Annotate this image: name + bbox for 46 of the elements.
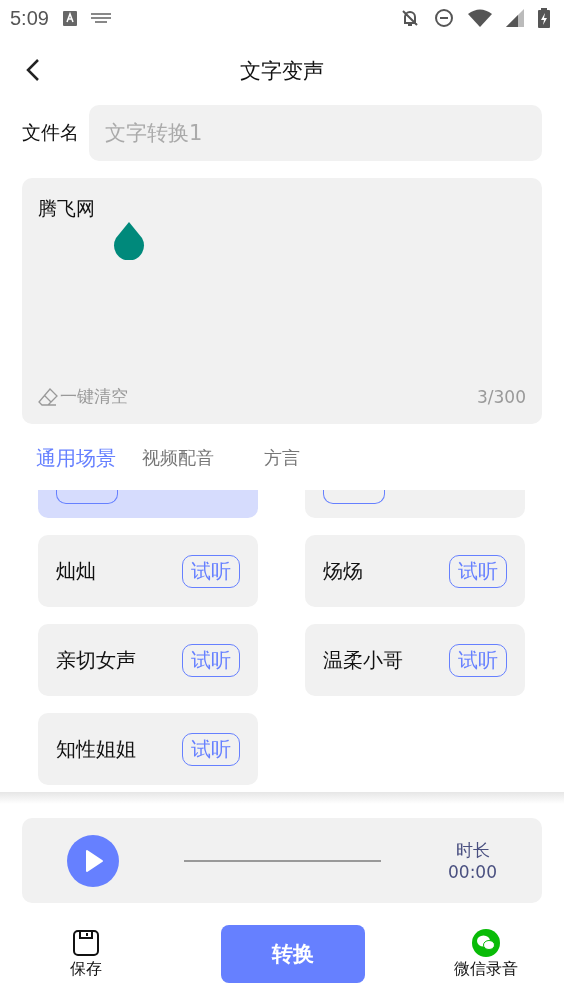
do-not-disturb-icon: [434, 8, 454, 28]
voice-name: 灿灿: [56, 557, 96, 585]
voice-card[interactable]: 亲切女声 试听: [38, 624, 258, 696]
file-name-field[interactable]: 文字转换1: [89, 105, 542, 161]
convert-button[interactable]: 转换: [221, 925, 365, 983]
preview-button[interactable]: 试听: [182, 732, 240, 766]
wechat-record-button[interactable]: 微信录音: [454, 928, 518, 980]
voice-card[interactable]: 炀炀 试听: [305, 535, 525, 607]
save-button[interactable]: 保存: [70, 928, 102, 980]
battery-icon: [538, 8, 550, 28]
preview-button[interactable]: 试听: [449, 554, 507, 588]
page-title: 文字变声: [240, 57, 324, 85]
bell-off-icon: [400, 8, 420, 28]
voice-name: 知性姐姐: [56, 735, 136, 763]
text-editor[interactable]: 腾飞网 一键清空 3/300: [22, 178, 542, 424]
signal-icon: [506, 9, 524, 27]
preview-button[interactable]: 试听: [182, 554, 240, 588]
voice-name: 亲切女声: [56, 646, 136, 674]
preview-button[interactable]: 试听: [182, 643, 240, 677]
duration-value: 00:00: [448, 862, 497, 882]
category-tab[interactable]: 视频配音: [142, 446, 214, 470]
category-tab[interactable]: 通用场景: [36, 444, 116, 472]
keyboard-icon: [90, 13, 111, 23]
preview-button[interactable]: [56, 490, 118, 504]
editor-text: 腾飞网: [38, 197, 95, 219]
voice-card[interactable]: 灿灿 试听: [38, 535, 258, 607]
back-icon[interactable]: [26, 58, 40, 82]
selection-handle-icon[interactable]: [113, 222, 145, 260]
clear-button[interactable]: 一键清空: [38, 385, 128, 408]
file-name-label: 文件名: [22, 120, 79, 145]
voice-card[interactable]: 温柔小哥 试听: [305, 624, 525, 696]
character-count: 3/300: [477, 386, 526, 407]
play-button[interactable]: [67, 834, 119, 887]
wifi-icon: [468, 9, 492, 27]
keyboard-app-icon: [62, 10, 77, 26]
preview-button[interactable]: 试听: [449, 643, 507, 677]
preview-button[interactable]: [323, 490, 385, 504]
voice-name: 炀炀: [323, 557, 363, 585]
voice-name: 温柔小哥: [323, 646, 403, 674]
progress-track[interactable]: [184, 859, 381, 862]
chat-bubbles-icon: [472, 928, 500, 957]
eraser-icon: [38, 387, 58, 406]
duration-label: 时长: [455, 839, 490, 862]
voice-card[interactable]: 知性姐姐 试听: [38, 713, 258, 785]
category-tab[interactable]: 方言: [264, 446, 300, 470]
status-time: 5:09: [10, 6, 49, 30]
